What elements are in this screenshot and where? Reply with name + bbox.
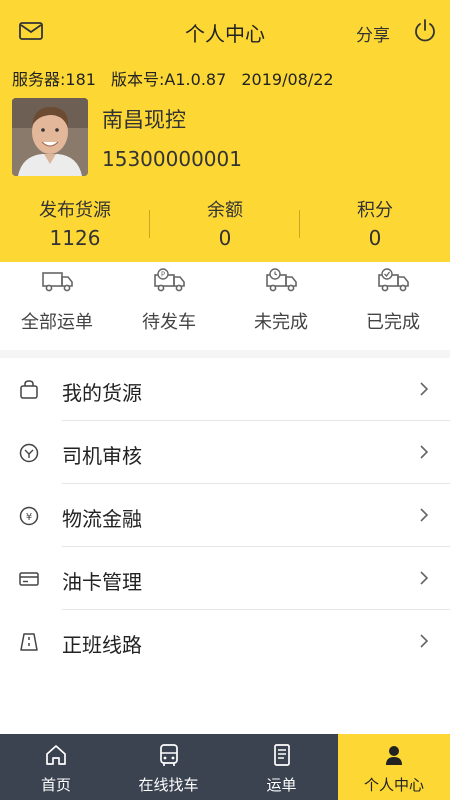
date-label: 2019/08/22 [241,70,334,89]
chevron-right-icon [420,508,429,522]
document-icon [274,744,290,766]
svg-text:¥: ¥ [26,512,32,523]
user-name: 南昌现控 [102,108,186,132]
order-incomplete[interactable]: 未完成 [225,262,337,350]
stats-row: 发布货源 1126 余额 0 积分 0 [0,196,450,256]
version-label: 版本号:A1.0.87 [111,70,227,89]
server-info: 服务器:181 版本号:A1.0.87 2019/08/22 [12,66,344,90]
tab-profile[interactable]: 个人中心 [338,734,450,800]
stat-published[interactable]: 发布货源 1126 [0,196,150,250]
order-label: 待发车 [142,312,196,333]
card-icon [19,572,39,586]
menu-item-my-cargo[interactable]: 我的货源 [0,358,450,421]
stat-value: 1126 [49,226,101,250]
tab-label: 首页 [40,776,71,794]
order-pending[interactable]: P 待发车 [113,262,225,350]
bottom-tab-bar: 首页 在线找车 运单 个人中心 [0,734,450,800]
chevron-right-icon [420,382,429,396]
tab-find-vehicle[interactable]: 在线找车 [112,734,225,800]
stat-label: 余额 [207,200,243,221]
order-label: 未完成 [254,312,308,333]
review-icon [19,443,39,463]
truck-done-icon [378,268,409,292]
share-button[interactable]: 分享 [356,21,390,46]
stat-balance[interactable]: 余额 0 [150,196,300,250]
stat-value: 0 [218,226,232,250]
stat-value: 0 [368,226,382,250]
menu-label: 我的货源 [62,381,142,405]
menu-item-regular-route[interactable]: 正班线路 [0,610,450,673]
tab-home[interactable]: 首页 [0,734,112,800]
stat-points[interactable]: 积分 0 [300,196,450,250]
tab-waybill[interactable]: 运单 [225,734,338,800]
order-completed[interactable]: 已完成 [337,262,449,350]
server-label: 服务器:181 [12,70,96,89]
menu-list: 我的货源 司机审核 ¥ 物流金融 油卡管理 正班线路 [0,358,450,734]
tab-label: 个人中心 [363,776,424,794]
tab-label: 在线找车 [138,776,199,794]
menu-label: 物流金融 [62,507,142,531]
stat-label: 发布货源 [39,200,111,221]
tab-label: 运单 [266,776,297,794]
yuan-icon: ¥ [19,506,39,526]
order-label: 已完成 [366,312,420,333]
bag-icon [20,380,38,399]
chevron-right-icon [420,445,429,459]
truck-pending-icon: P [154,268,185,292]
menu-item-fuel-card[interactable]: 油卡管理 [0,547,450,610]
svg-text:P: P [161,271,165,279]
user-phone: 15300000001 [102,147,242,171]
power-icon[interactable] [412,18,438,44]
route-icon [20,633,38,651]
chevron-right-icon [420,571,429,585]
profile-header: 个人中心 分享 服务器:181 版本号:A1.0.87 2019/08/22 南… [0,0,450,262]
menu-label: 油卡管理 [62,570,142,594]
bus-icon [160,744,178,766]
menu-item-logistics-finance[interactable]: ¥ 物流金融 [0,484,450,547]
avatar[interactable] [12,98,88,176]
top-bar: 个人中心 分享 [0,0,450,62]
stat-label: 积分 [357,200,393,221]
order-all[interactable]: 全部运单 [1,262,113,350]
chevron-right-icon [420,634,429,648]
home-icon [46,745,66,765]
order-shortcuts: 全部运单 P 待发车 未完成 已完成 [0,262,450,350]
menu-label: 正班线路 [62,633,142,657]
menu-label: 司机审核 [62,444,142,468]
order-label: 全部运单 [21,312,93,333]
person-icon [386,746,402,765]
menu-item-driver-review[interactable]: 司机审核 [0,421,450,484]
truck-clock-icon [266,268,297,292]
truck-all-icon [42,272,73,292]
